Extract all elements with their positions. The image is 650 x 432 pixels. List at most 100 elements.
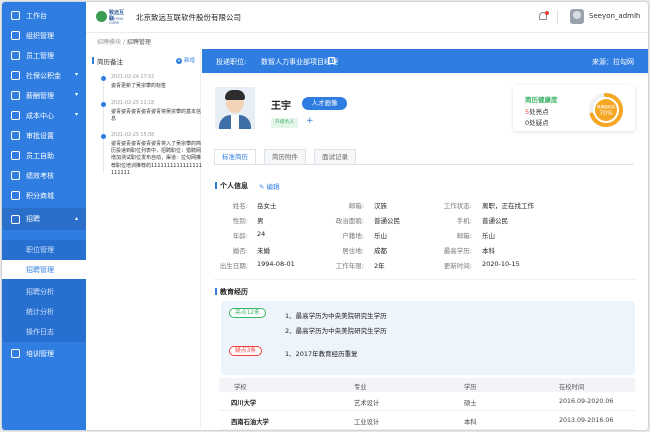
info-label: 姓名:: [232, 202, 248, 210]
edit-icon[interactable]: [328, 57, 335, 64]
personal-info-title: 个人信息: [215, 182, 248, 190]
info-label: 手机:: [456, 217, 472, 225]
info-label: 婚否:: [232, 247, 248, 255]
sidebar-item-mall[interactable]: 积分商城: [2, 186, 86, 205]
info-label: 工作状态:: [443, 202, 472, 210]
info-label: 年龄:: [232, 232, 248, 240]
header-divider: [557, 10, 558, 24]
sidebar-item-recruit-analysis[interactable]: 招聘分析: [2, 282, 86, 301]
sidebar-item-cost[interactable]: 成本中心 ▾: [2, 106, 86, 125]
user-avatar[interactable]: [570, 9, 584, 24]
education-table-header: 学校 专业 学历 在校时间: [219, 378, 635, 392]
source-text: 来源：拉勾网: [592, 58, 634, 66]
plus-icon: +: [176, 58, 182, 64]
add-tag-button[interactable]: +: [306, 116, 314, 126]
sidebar-item-label: 招聘管理: [26, 265, 54, 274]
timeline-dot: [101, 134, 106, 139]
logo-mark: [96, 11, 107, 22]
notification-bell-icon[interactable]: [538, 11, 549, 22]
sidebar-item-label: 操作日志: [26, 327, 54, 336]
sidebar-item-label: 招聘分析: [26, 287, 54, 296]
info-value: 成都: [374, 247, 387, 255]
employee-icon: [11, 51, 20, 60]
company-name: 北京致远互联软件股份有限公司: [136, 13, 241, 22]
gauge-value: 70%: [599, 110, 613, 117]
sidebar-item-logs[interactable]: 操作日志: [2, 322, 86, 341]
sidebar-item-approval[interactable]: 审批设置: [2, 126, 86, 145]
tab-interview-records[interactable]: 面试记录: [314, 149, 356, 165]
sidebar-item-salary[interactable]: 薪酬管理 ▾: [2, 86, 86, 105]
sidebar-item-label: 绩效考核: [26, 171, 54, 180]
info-value: 乐山: [374, 232, 387, 240]
note-text: 姿青更新了吴宗攀的标签: [111, 83, 167, 89]
sidebar-item-self-service[interactable]: 员工自助: [2, 146, 86, 165]
info-value: 24: [257, 230, 266, 238]
note-time: 2021-02-25 11:18: [111, 101, 155, 106]
edit-label: 编辑: [266, 183, 280, 191]
column-header: 学校: [234, 384, 247, 391]
table-cell: 2013.09-2016.06: [559, 417, 614, 424]
org-icon: [11, 31, 20, 40]
breadcrumb-separator: /: [122, 39, 125, 46]
sidebar-item-label: 社保公积金: [26, 71, 61, 80]
logo-subtext: SEEYON CORP.: [109, 17, 123, 25]
section-divider: [214, 279, 636, 280]
highlight-line: 1、最高学历为中央美院研究生学历: [285, 312, 387, 320]
timeline-line: [103, 73, 104, 173]
sidebar-item-label: 积分商城: [26, 191, 54, 200]
table-row: 四川大学 艺术设计 硕士 2016.09-2020.06: [219, 392, 635, 411]
column-header: 学历: [464, 384, 477, 391]
user-name[interactable]: Seeyon_admin: [589, 12, 640, 20]
talent-portrait-button[interactable]: 人才画像: [302, 97, 347, 110]
sidebar-item-position-mgmt[interactable]: 职位管理: [2, 240, 86, 259]
add-note-button[interactable]: + 新增: [176, 56, 195, 64]
sidebar: 工作台 组织管理 员工管理 社保公积金 ▾ 薪酬管理 ▾ 成本中心 ▾ 审批设置 员工…: [2, 2, 86, 430]
position-value: 数智人力事业部项目经理: [261, 58, 338, 66]
info-label: 更新时间:: [443, 262, 472, 270]
sidebar-item-training[interactable]: 培训管理: [2, 344, 86, 363]
resume-detail-panel: 投递职位: 数智人力事业部项目经理 来源：拉勾网 王宇 人才画像 升级负人 + …: [202, 49, 648, 430]
sidebar-item-recruit-mgmt[interactable]: 招聘管理: [2, 260, 86, 279]
info-value: 岳女士: [257, 202, 277, 210]
info-label: 工作年限:: [335, 262, 364, 270]
sidebar-item-statistics[interactable]: 统计分析: [2, 302, 86, 321]
highlights-badge: 亮点12条: [229, 308, 266, 318]
edit-personal-info-button[interactable]: ✎ 编辑: [259, 181, 280, 191]
sidebar-item-label: 组织管理: [26, 31, 54, 40]
chevron-up-icon: ▴: [74, 215, 78, 222]
sidebar-item-recruit[interactable]: 招聘 ▴: [2, 208, 86, 230]
app-window: 工作台 组织管理 员工管理 社保公积金 ▾ 薪酬管理 ▾ 成本中心 ▾ 审批设置 员工…: [1, 1, 649, 431]
sidebar-item-workbench[interactable]: 工作台: [2, 6, 86, 25]
insurance-icon: [11, 71, 20, 80]
sidebar-item-insurance[interactable]: 社保公积金 ▾: [2, 66, 86, 85]
breadcrumb-current: 招聘管理: [126, 39, 151, 46]
sidebar-item-org[interactable]: 组织管理: [2, 26, 86, 45]
info-label: 邮箱:: [456, 232, 472, 240]
note-time: 2021-02-24 17:52: [111, 75, 155, 80]
health-title: 简历健康度: [525, 96, 558, 104]
note-text: 姿青姿青姿青姿青姿青将吴宗攀的基本信息: [111, 109, 202, 123]
breadcrumb-parent[interactable]: 招聘模块: [97, 39, 121, 46]
info-value: 2020-10-15: [482, 260, 520, 268]
chevron-down-icon: ▾: [74, 71, 78, 78]
company-logo: 致远互联 SEEYON CORP.: [96, 10, 128, 25]
education-analysis-box: 亮点12条 1、最高学历为中央美院研究生学历 2、最高学历为中央美院研究生学历 …: [221, 301, 635, 375]
sidebar-item-employee[interactable]: 员工管理: [2, 46, 86, 65]
sidebar-item-performance[interactable]: 绩效考核: [2, 166, 86, 185]
info-label: 最高学历:: [443, 247, 472, 255]
chevron-down-icon[interactable]: ▾: [635, 11, 638, 18]
tabs-divider: [214, 164, 634, 165]
highlights-label: 处亮点: [529, 108, 549, 116]
position-bar: 投递职位: 数智人力事业部项目经理 来源：拉勾网: [202, 49, 648, 73]
sidebar-item-label: 培训管理: [26, 349, 54, 358]
sidebar-item-label: 员工管理: [26, 51, 54, 60]
info-value: 普通公民: [482, 217, 508, 225]
info-value: 离职，正在找工作: [482, 202, 534, 210]
tab-resume-attachment[interactable]: 简历附件: [264, 149, 306, 165]
info-value: 2年: [374, 262, 385, 270]
performance-icon: [11, 171, 20, 180]
tab-standard-resume[interactable]: 标准简历: [214, 149, 256, 165]
sidebar-item-label: 员工自助: [26, 151, 54, 160]
info-value: 男: [257, 217, 264, 225]
info-value: 普通公民: [374, 217, 400, 225]
